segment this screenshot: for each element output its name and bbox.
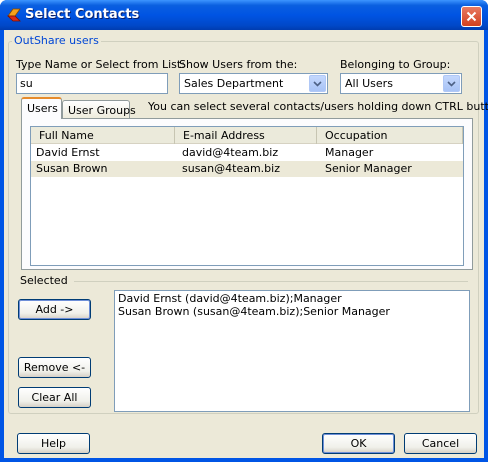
belonging-group-dropdown[interactable]: All Users <box>340 73 462 94</box>
ok-button[interactable]: OK <box>322 433 395 454</box>
title-bar[interactable]: Select Contacts <box>0 0 488 30</box>
clear-all-button[interactable]: Clear All <box>18 387 91 408</box>
row-occupation: Senior Manager <box>325 162 412 175</box>
row-full-name: Susan Brown <box>36 162 108 175</box>
table-row[interactable]: David Ernst david@4team.biz Manager <box>31 145 463 161</box>
add-button[interactable]: Add -> <box>18 299 91 320</box>
list-item: Susan Brown (susan@4team.biz);Senior Man… <box>118 305 390 318</box>
contacts-list-header: Full Name E-mail Address Occupation <box>31 127 463 144</box>
show-users-value: Sales Department <box>184 77 284 90</box>
window-title: Select Contacts <box>25 7 140 22</box>
belonging-group-value: All Users <box>345 77 393 90</box>
name-filter-label: Type Name or Select from List: <box>16 58 185 71</box>
group-legend: OutShare users <box>12 34 101 47</box>
row-email: david@4team.biz <box>182 146 279 159</box>
contacts-list[interactable]: Full Name E-mail Address Occupation Davi… <box>30 126 464 266</box>
row-email: susan@4team.biz <box>182 162 280 175</box>
close-button[interactable] <box>461 6 482 27</box>
name-search-input[interactable] <box>16 73 168 94</box>
tab-users[interactable]: Users <box>21 97 62 119</box>
help-button[interactable]: Help <box>17 433 90 454</box>
belonging-group-label: Belonging to Group: <box>340 58 451 71</box>
multi-select-hint: You can select several contacts/users ho… <box>148 100 488 113</box>
dropdown-arrow-button[interactable] <box>309 75 326 92</box>
users-tab-panel: Full Name E-mail Address Occupation Davi… <box>21 118 473 270</box>
row-occupation: Manager <box>325 146 374 159</box>
dialog-window: Select Contacts OutShare users Type Name… <box>0 0 488 462</box>
remove-button[interactable]: Remove <- <box>18 357 91 378</box>
outshare-app-icon <box>7 8 21 22</box>
chevron-down-icon <box>313 81 322 87</box>
selected-contacts-box[interactable]: David Ernst (david@4team.biz);Manager Su… <box>114 290 470 412</box>
cancel-button[interactable]: Cancel <box>404 433 477 454</box>
section-divider <box>74 281 468 282</box>
table-row[interactable]: Susan Brown susan@4team.biz Senior Manag… <box>31 161 463 177</box>
column-email[interactable]: E-mail Address <box>175 127 317 144</box>
row-full-name: David Ernst <box>36 146 100 159</box>
tab-user-groups[interactable]: User Groups <box>62 100 136 120</box>
close-icon <box>466 11 477 22</box>
column-occupation[interactable]: Occupation <box>317 127 463 144</box>
chevron-down-icon <box>447 81 456 87</box>
selected-section-label: Selected <box>20 274 68 287</box>
dialog-body: OutShare users Type Name or Select from … <box>4 30 488 458</box>
show-users-dropdown[interactable]: Sales Department <box>179 73 328 94</box>
list-item: David Ernst (david@4team.biz);Manager <box>118 292 342 305</box>
show-users-label: Show Users from the: <box>179 58 298 71</box>
dropdown-arrow-button[interactable] <box>443 75 460 92</box>
column-full-name[interactable]: Full Name <box>31 127 175 144</box>
